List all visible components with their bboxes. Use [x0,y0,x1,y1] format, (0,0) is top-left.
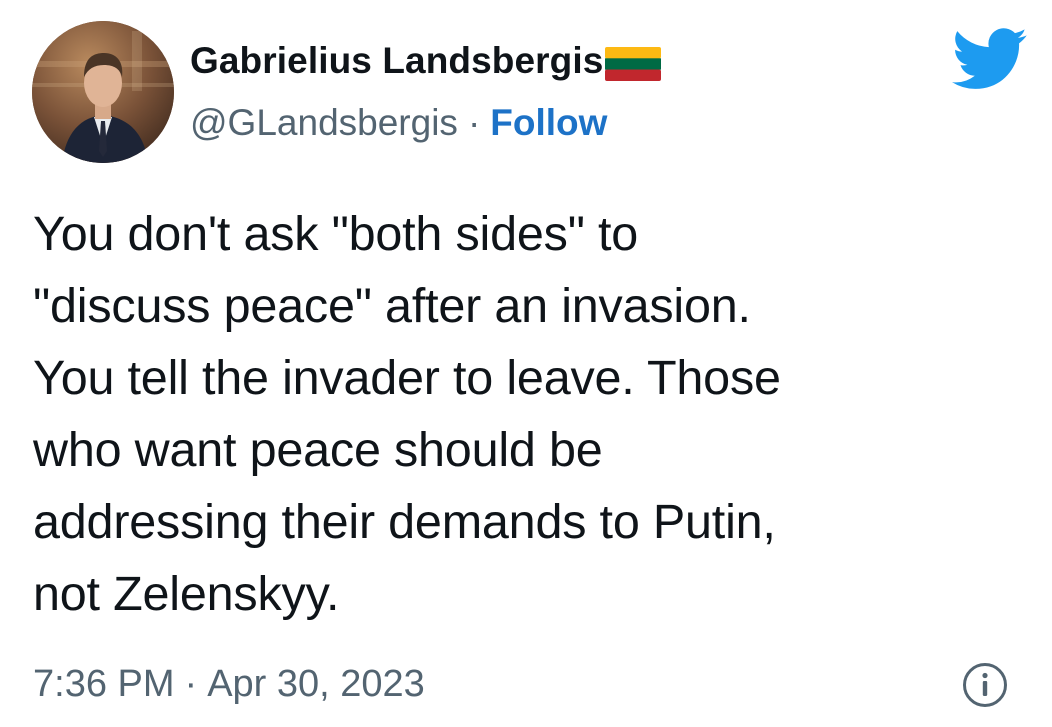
separator: · [184,662,198,705]
tweet-text: You don't ask "both sides" to "discuss p… [33,207,781,621]
tweet-date[interactable]: Apr 30, 2023 [207,663,425,706]
separator: · [467,102,481,143]
avatar[interactable] [32,21,174,163]
tweet-card: Gabrielius Landsbergis @GLandsbergis · F… [0,0,1052,727]
author-name[interactable]: Gabrielius Landsbergis [190,40,603,82]
author-name-row: Gabrielius Landsbergis [190,38,662,84]
author-handle-row: @GLandsbergis · Follow [190,100,607,146]
info-icon[interactable] [962,662,1008,708]
tweet-timestamp[interactable]: 7:36 PM · Apr 30, 2023 [33,660,425,708]
author-handle[interactable]: @GLandsbergis [190,102,458,144]
avatar-photo [32,21,174,163]
tweet-time[interactable]: 7:36 PM [33,663,175,706]
lithuania-flag-icon [605,47,662,81]
follow-button[interactable]: Follow [490,102,607,144]
twitter-bird-icon[interactable] [952,28,1028,90]
